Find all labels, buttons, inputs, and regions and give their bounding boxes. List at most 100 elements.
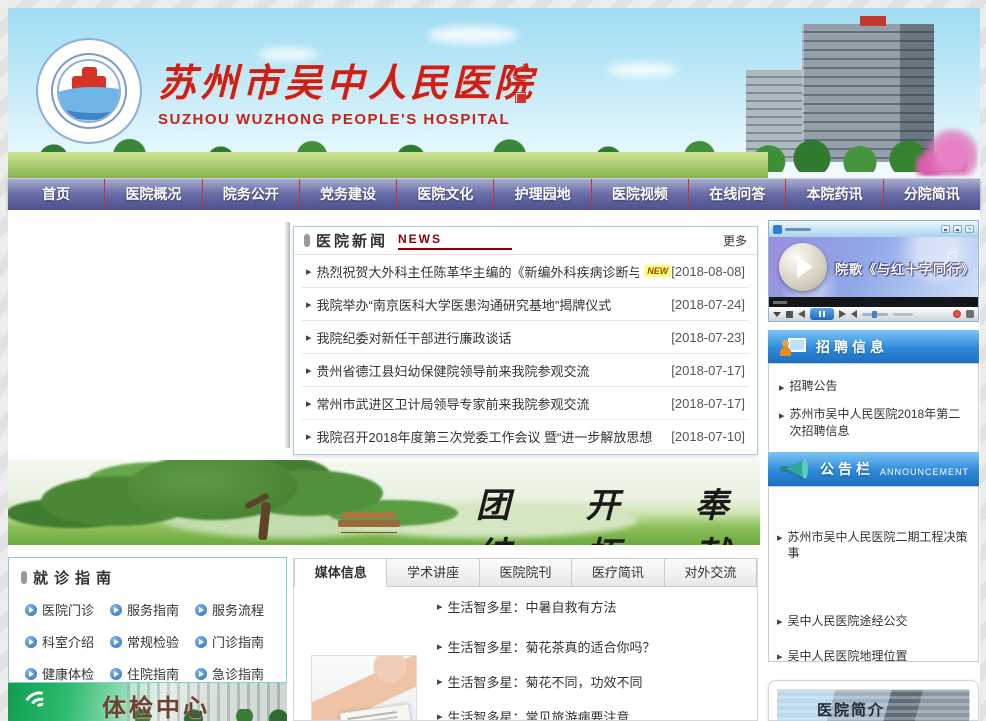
guide-link-label[interactable]: 医院门诊 (42, 600, 94, 619)
nav-item-hospital-culture[interactable]: 医院文化 (397, 179, 494, 210)
news-item-link[interactable]: 我院举办“南京医科大学医患沟通研究基地”揭牌仪式 (317, 295, 612, 314)
record-button[interactable] (953, 310, 961, 318)
seek-slider[interactable] (893, 313, 913, 316)
article-item[interactable]: ▸ 生活智多星：菊花茶真的适合你吗？ (437, 637, 656, 656)
guide-link-health-checkup[interactable]: 健康体检 (25, 664, 110, 683)
stop-icon[interactable] (786, 311, 793, 318)
cloud-decoration (428, 26, 518, 44)
news-item-link[interactable]: 我院召开2018年度第三次党委工作会议 暨“进一步解放思想 (317, 427, 653, 446)
triangle-bullet-icon: ▸ (437, 600, 443, 613)
maximize-icon[interactable] (953, 225, 962, 233)
wave-icon (57, 87, 121, 113)
announcement-section-title: 公告栏 (820, 459, 874, 479)
news-panel-title: 医院新闻 (316, 230, 388, 251)
triangle-bullet-icon: ▸ (306, 364, 312, 377)
nav-item-branch-news[interactable]: 分院简讯 (884, 179, 980, 210)
triangle-bullet-icon: ▸ (437, 640, 443, 653)
play-button[interactable] (779, 243, 827, 291)
player-title-text (785, 228, 811, 231)
guide-link-label[interactable]: 服务指南 (127, 600, 179, 619)
nav-item-nursing-garden[interactable]: 护理园地 (494, 179, 591, 210)
cloud-decoration (608, 63, 678, 77)
guide-link-outpatient[interactable]: 医院门诊 (25, 600, 110, 619)
guide-link-inpatient-guide[interactable]: 住院指南 (110, 664, 195, 683)
slideshow-placeholder[interactable] (8, 218, 287, 455)
news-item-link[interactable]: 我院纪委对新任干部进行廉政谈话 (317, 328, 512, 347)
guide-link-label[interactable]: 急诊指南 (212, 664, 264, 683)
guide-link-label[interactable]: 服务流程 (212, 600, 264, 619)
guide-link-service-guide[interactable]: 服务指南 (110, 600, 195, 619)
recruit-person-icon (780, 338, 806, 356)
news-item-link[interactable]: 热烈祝贺大外科主任陈革华主编的《新编外科疾病诊断与治 (317, 262, 640, 281)
minimize-icon[interactable] (941, 225, 950, 233)
playlist-icon[interactable] (966, 310, 974, 318)
article-item[interactable]: ▸ 生活智多星：常见旅游病要注意 (437, 707, 630, 721)
guide-link-departments[interactable]: 科室介绍 (25, 632, 110, 651)
tab-medical-briefs[interactable]: 医疗简讯 (572, 558, 664, 587)
player-logo-icon (773, 225, 782, 234)
bullet-capsule-icon (21, 571, 27, 584)
article-link[interactable]: 生活智多星：菊花不同，功效不同 (448, 672, 643, 691)
news-row: ▸ 我院纪委对新任干部进行廉政谈话 [2018-07-23] (302, 321, 749, 354)
triangle-bullet-icon: ▸ (779, 380, 785, 397)
tab-academic-lectures[interactable]: 学术讲座 (387, 558, 479, 587)
media-info-panel: 媒体信息 学术讲座 医院院刊 医疗简讯 对外交流 ▸ 生活智多星：中暑自救有方法… (293, 558, 758, 721)
guide-link-label[interactable]: 常规检验 (127, 632, 179, 651)
triangle-bullet-icon: ▸ (306, 397, 312, 410)
nav-item-pharmacy-news[interactable]: 本院药讯 (786, 179, 883, 210)
guide-link-outpatient-guide[interactable]: 门诊指南 (195, 632, 280, 651)
nav-item-public-affairs[interactable]: 院务公开 (203, 179, 300, 210)
bench-decoration (338, 520, 400, 527)
player-menu-icon[interactable] (773, 312, 781, 317)
volume-icon[interactable] (851, 310, 857, 318)
list-item[interactable]: ▸ 招聘公告 (779, 378, 968, 397)
list-item[interactable]: ▸ 苏州市吴中人民医院二期工程决策事 (777, 529, 970, 561)
recruit-link[interactable]: 招聘公告 (790, 378, 838, 397)
close-icon[interactable] (965, 225, 974, 233)
guide-link-label[interactable]: 住院指南 (127, 664, 179, 683)
announcement-link[interactable]: 吴中人民医院地理位置 (788, 648, 908, 665)
bullet-capsule-icon (304, 234, 310, 247)
nav-item-home[interactable]: 首页 (8, 179, 105, 210)
guide-link-label[interactable]: 科室介绍 (42, 632, 94, 651)
next-track-icon[interactable] (839, 310, 846, 318)
guide-link-lab-tests[interactable]: 常规检验 (110, 632, 195, 651)
player-titlebar[interactable] (769, 221, 978, 237)
article-link[interactable]: 生活智多星：中暑自救有方法 (448, 597, 617, 616)
guide-link-label[interactable]: 门诊指南 (212, 632, 264, 651)
guide-link-service-flow[interactable]: 服务流程 (195, 600, 280, 619)
recruit-section-header: 招聘信息 (768, 330, 979, 363)
nav-item-hospital-video[interactable]: 医院视频 (592, 179, 689, 210)
article-link[interactable]: 生活智多星：菊花茶真的适合你吗？ (448, 637, 656, 656)
hospital-title-block: 苏州市吴中人民医院 SUZHOU WUZHONG PEOPLE'S HOSPIT… (158, 52, 536, 128)
player-video-area[interactable]: ♫ ♪ 院歌《与红十字同行》 (769, 237, 978, 297)
news-item-link[interactable]: 贵州省德江县妇幼保健院领导前来我院参观交流 (317, 361, 590, 380)
previous-track-icon[interactable] (798, 310, 805, 318)
tab-external-exchange[interactable]: 对外交流 (665, 558, 757, 587)
hospital-intro-card[interactable]: 医院简介 (768, 680, 979, 721)
article-item[interactable]: ▸ 生活智多星：菊花不同，功效不同 (437, 672, 643, 691)
tab-hospital-journal[interactable]: 医院院刊 (480, 558, 572, 587)
news-more-link[interactable]: 更多 (723, 232, 747, 249)
nav-item-online-qa[interactable]: 在线问答 (689, 179, 786, 210)
list-item[interactable]: ▸ 吴中人民医院途经公交 (777, 613, 970, 630)
article-link[interactable]: 生活智多星：常见旅游病要注意 (448, 707, 630, 721)
guide-link-label[interactable]: 健康体检 (42, 664, 94, 683)
circle-arrow-icon (25, 636, 37, 648)
nav-item-party-building[interactable]: 党务建设 (300, 179, 397, 210)
recruit-link[interactable]: 苏州市吴中人民医院2018年第二次招聘信息 (790, 406, 968, 440)
list-item[interactable]: ▸ 吴中人民医院地理位置 (777, 648, 970, 665)
tab-media-info[interactable]: 媒体信息 (294, 558, 387, 587)
checkup-center-banner[interactable]: 体检中心 (8, 683, 287, 721)
guide-link-emergency-guide[interactable]: 急诊指南 (195, 664, 280, 683)
news-item-link[interactable]: 常州市武进区卫计局领导专家前来我院参观交流 (317, 394, 590, 413)
announcement-link[interactable]: 吴中人民医院途经公交 (788, 613, 908, 630)
announcement-link[interactable]: 苏州市吴中人民医院二期工程决策事 (788, 529, 970, 561)
pause-button[interactable] (810, 308, 834, 320)
volume-slider[interactable] (862, 313, 888, 316)
magazine-graphic (339, 703, 414, 721)
article-item[interactable]: ▸ 生活智多星：中暑自救有方法 (437, 597, 617, 616)
list-item[interactable]: ▸ 苏州市吴中人民医院2018年第二次招聘信息 (779, 406, 968, 440)
calligraphy-signature (513, 60, 531, 106)
nav-item-hospital-overview[interactable]: 医院概况 (105, 179, 202, 210)
